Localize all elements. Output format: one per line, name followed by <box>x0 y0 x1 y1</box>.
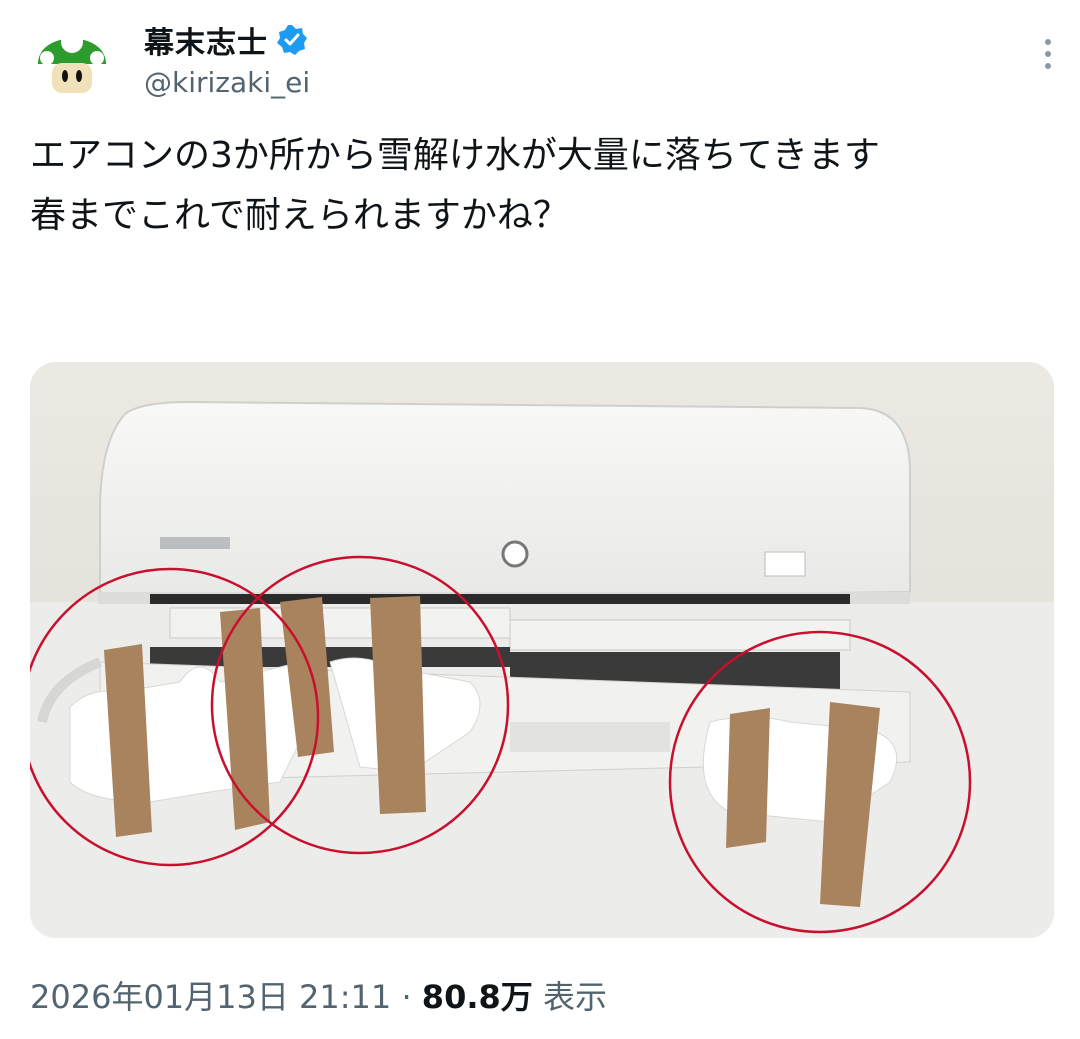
views-label: 表示 <box>532 978 607 1016</box>
display-name[interactable]: 幕末志士 <box>144 18 268 62</box>
tweet-meta: 2026年01月13日 21:11 · 80.8万 表示 <box>30 972 607 1018</box>
avatar[interactable] <box>30 16 114 100</box>
tweet-photo[interactable] <box>30 362 1054 938</box>
tweet-header: 幕末志士 @kirizaki_ei <box>30 12 1060 102</box>
tweet-text: エアコンの3か所から雪解け水が大量に落ちてきます 春までこれで耐えられますかね？ <box>30 135 880 236</box>
views-count: 80.8万 <box>421 978 533 1016</box>
air-conditioner-photo <box>30 362 1054 938</box>
timestamp[interactable]: 2026年01月13日 21:11 <box>30 972 391 1018</box>
user-handle[interactable]: @kirizaki_ei <box>144 66 310 99</box>
meta-separator: · <box>391 978 422 1016</box>
name-row: 幕末志士 <box>144 18 308 62</box>
more-vertical-icon[interactable] <box>1042 36 1054 72</box>
verified-badge-icon <box>277 25 307 55</box>
